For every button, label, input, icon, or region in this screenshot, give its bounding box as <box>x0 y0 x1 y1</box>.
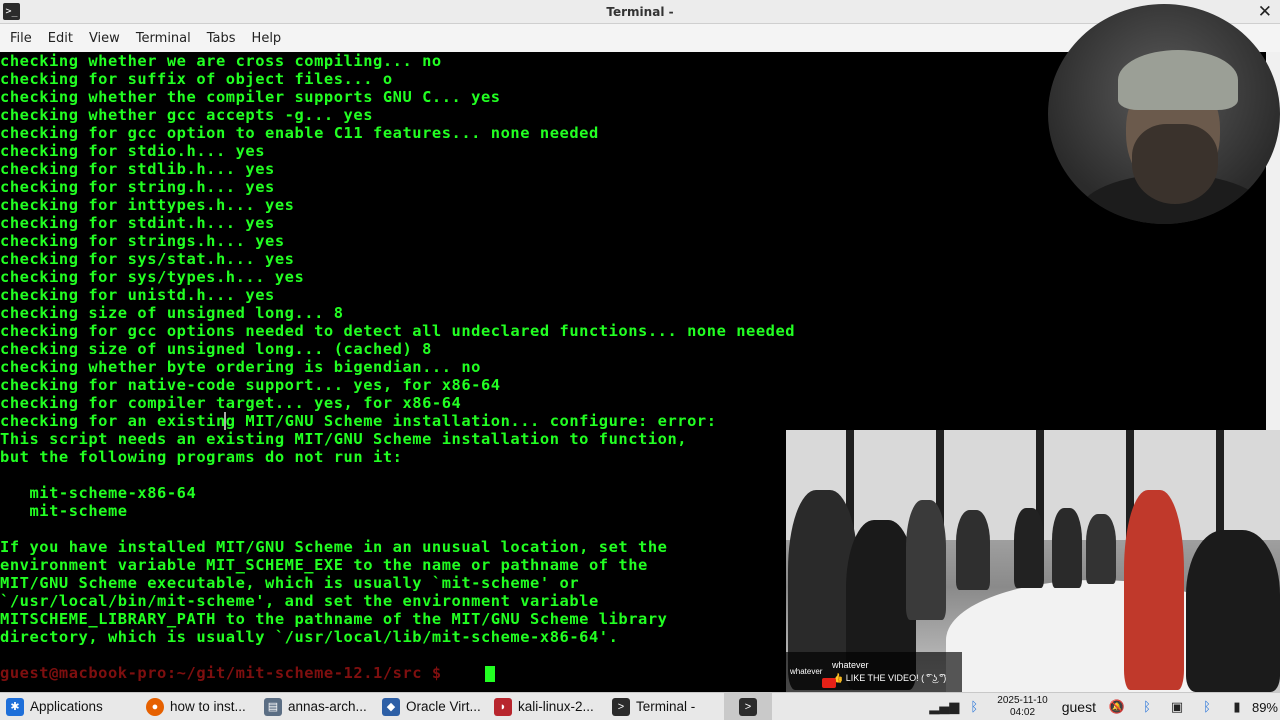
webcam-person-beard <box>1132 124 1218 204</box>
video-person <box>1052 508 1082 588</box>
firefox-icon: ● <box>146 697 164 716</box>
video-caption-bar: whatever whatever 👍 LIKE THE VIDEO! ( ͡°… <box>786 652 962 692</box>
terminal-line: checking for sys/types.h... yes <box>0 268 305 286</box>
terminal-line: checking for gcc option to enable C11 fe… <box>0 124 599 142</box>
terminal-line: checking size of unsigned long... 8 <box>0 304 344 322</box>
terminal-line: checking for strings.h... yes <box>0 232 285 250</box>
menu-view[interactable]: View <box>81 31 128 46</box>
terminal-line: checking for suffix of object files... o <box>0 70 393 88</box>
user-menu[interactable]: guest <box>1062 699 1096 715</box>
video-title: whatever <box>832 660 869 670</box>
video-subtitle: 👍 LIKE THE VIDEO! ( ͡° ͜ʖ ͡°) <box>832 673 947 683</box>
menu-terminal[interactable]: Terminal <box>128 31 199 46</box>
menu-tabs[interactable]: Tabs <box>199 31 244 46</box>
terminal-line: MITSCHEME_LIBRARY_PATH to the pathname o… <box>0 610 668 628</box>
kali-icon: ◗ <box>494 697 512 716</box>
notifications-muted-icon[interactable]: 🔕 <box>1108 698 1126 716</box>
terminal-line: checking for unistd.h... yes <box>0 286 275 304</box>
webcam-overlay <box>1048 4 1280 224</box>
taskbar-item-virtualbox[interactable]: ◆ Oracle Virt... <box>376 693 488 720</box>
bluetooth-icon[interactable]: ᛒ <box>965 698 983 716</box>
terminal-line: environment variable MIT_SCHEME_EXE to t… <box>0 556 648 574</box>
terminal-line: checking for stdio.h... yes <box>0 142 266 160</box>
terminal-line: checking for native-code support... yes,… <box>0 376 501 394</box>
menu-file[interactable]: File <box>2 31 40 46</box>
video-meta: whatever 👍 LIKE THE VIDEO! ( ͡° ͜ʖ ͡°) <box>832 660 946 684</box>
video-person <box>1124 490 1184 690</box>
taskbar-applications-menu[interactable]: ✱ Applications <box>0 693 140 720</box>
terminal-line: checking for sys/stat.h... yes <box>0 250 295 268</box>
clipboard-icon[interactable]: ▣ <box>1168 698 1186 716</box>
video-person <box>906 500 946 620</box>
terminal-line: checking for stdint.h... yes <box>0 214 275 232</box>
video-person <box>1014 508 1044 588</box>
video-person <box>1086 514 1116 584</box>
video-channel-name: whatever <box>790 667 823 676</box>
taskbar: ✱ Applications ● how to inst... ▤ annas-… <box>0 692 1280 720</box>
terminal-line: checking whether gcc accepts -g... yes <box>0 106 374 124</box>
terminal-line: checking size of unsigned long... (cache… <box>0 340 432 358</box>
taskbar-item-terminal[interactable]: > Terminal - <box>606 693 724 720</box>
terminal-icon: > <box>612 697 630 716</box>
terminal-icon: > <box>739 697 757 716</box>
terminal-line: checking for compiler target... yes, for… <box>0 394 462 412</box>
system-tray: ▂▄▆ ᛒ 2025-11-10 04:02 guest 🔕 ᛒ ▣ ᛒ ▮ 8… <box>929 693 1280 720</box>
terminal-line: checking for an existing MIT/GNU Scheme … <box>0 412 717 430</box>
taskbar-item-label: Oracle Virt... <box>406 699 481 714</box>
taskbar-item-label: kali-linux-2... <box>518 699 594 714</box>
menu-edit[interactable]: Edit <box>40 31 81 46</box>
text-cursor <box>485 666 495 682</box>
applications-icon: ✱ <box>6 697 24 716</box>
video-person <box>1186 530 1280 692</box>
terminal-line: directory, which is usually `/usr/local/… <box>0 628 619 646</box>
battery-percentage: 89% <box>1251 699 1278 715</box>
window-title: Terminal - <box>606 4 674 19</box>
mouse-ibeam-icon <box>224 412 232 430</box>
terminal-line: mit-scheme <box>0 502 128 520</box>
terminal-line: MIT/GNU Scheme executable, which is usua… <box>0 574 580 592</box>
video-overlay[interactable]: whatever whatever 👍 LIKE THE VIDEO! ( ͡°… <box>786 430 1280 692</box>
battery-icon[interactable]: ▮ <box>1228 698 1246 716</box>
video-person <box>956 510 990 590</box>
shell-prompt: guest@macbook-pro:~/git/mit-scheme-12.1/… <box>0 664 442 682</box>
bluetooth-icon[interactable]: ᛒ <box>1138 698 1156 716</box>
youtube-icon <box>822 678 836 688</box>
terminal-line: mit-scheme-x86-64 <box>0 484 197 502</box>
terminal-line: checking for stdlib.h... yes <box>0 160 275 178</box>
terminal-line: checking for string.h... yes <box>0 178 275 196</box>
taskbar-show-terminal[interactable]: > <box>724 692 772 720</box>
clock-date: 2025-11-10 <box>997 695 1048 706</box>
terminal-app-icon: >_ <box>3 3 20 20</box>
virtualbox-icon: ◆ <box>382 697 400 716</box>
bluetooth-icon[interactable]: ᛒ <box>1198 698 1216 716</box>
file-manager-icon: ▤ <box>264 697 282 716</box>
window-titlebar[interactable]: >_ Terminal - ✕ <box>0 0 1280 24</box>
taskbar-item-browser[interactable]: ● how to inst... <box>140 693 258 720</box>
network-signal-icon[interactable]: ▂▄▆ <box>929 698 959 716</box>
taskbar-item-label: annas-arch... <box>288 699 367 714</box>
terminal-line: This script needs an existing MIT/GNU Sc… <box>0 430 688 448</box>
terminal-line: checking whether byte ordering is bigend… <box>0 358 481 376</box>
terminal-line: but the following programs do not run it… <box>0 448 403 466</box>
close-icon[interactable]: ✕ <box>1258 1 1272 23</box>
clock[interactable]: 2025-11-10 04:02 <box>997 695 1047 719</box>
terminal-line: checking for gcc options needed to detec… <box>0 322 796 340</box>
terminal-line: If you have installed MIT/GNU Scheme in … <box>0 538 668 556</box>
taskbar-item-label: Applications <box>30 699 103 714</box>
terminal-line: checking for inttypes.h... yes <box>0 196 295 214</box>
webcam-person-cap <box>1118 50 1238 110</box>
taskbar-item-label: Terminal - <box>636 699 696 714</box>
terminal-line: checking whether the compiler supports G… <box>0 88 501 106</box>
menu-help[interactable]: Help <box>244 31 290 46</box>
terminal-line: `/usr/local/bin/mit-scheme', and set the… <box>0 592 599 610</box>
taskbar-item-file-manager[interactable]: ▤ annas-arch... <box>258 693 376 720</box>
terminal-line: checking whether we are cross compiling.… <box>0 52 442 70</box>
taskbar-item-label: how to inst... <box>170 699 246 714</box>
taskbar-item-kali[interactable]: ◗ kali-linux-2... <box>488 693 606 720</box>
clock-time: 04:02 <box>1009 707 1036 718</box>
